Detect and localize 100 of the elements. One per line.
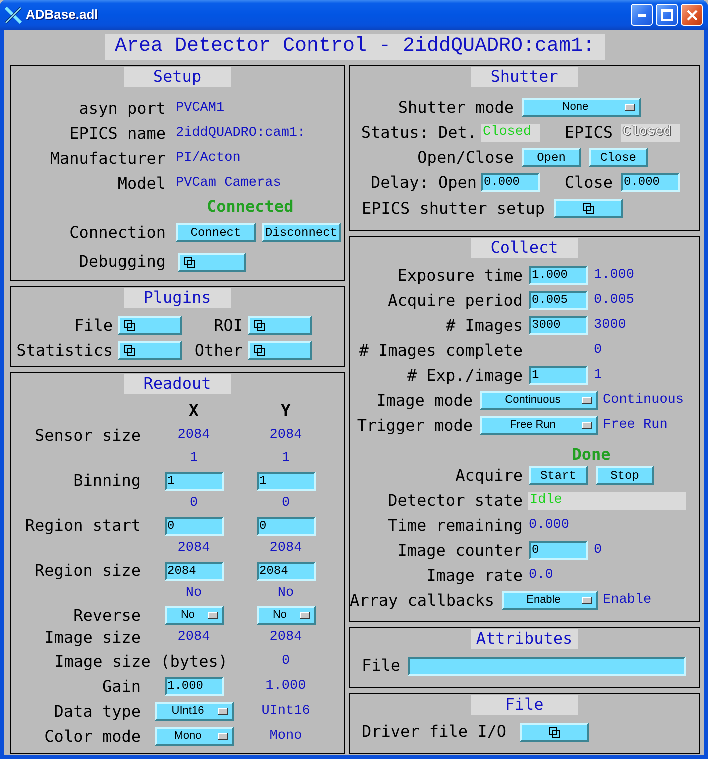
related-display-button[interactable] <box>248 341 312 360</box>
acquire-status: Done <box>572 446 611 464</box>
readback-value: 0 <box>282 496 290 512</box>
field-label: Open/Close <box>418 148 514 166</box>
text-field[interactable]: 1.000 <box>164 677 224 696</box>
menu-indicator-icon <box>208 612 218 619</box>
field-label: Shutter mode <box>398 98 514 116</box>
text-field[interactable]: 1 <box>529 366 588 385</box>
readback-value: PI/Acton <box>176 150 241 166</box>
command-button[interactable]: Stop <box>596 466 654 485</box>
command-button[interactable]: Open <box>522 148 581 167</box>
readback-value: No <box>186 586 202 602</box>
readback-value: 2084 <box>270 428 302 444</box>
window-title: ADBase.adl <box>26 7 98 23</box>
readback-value: Free Run <box>603 418 668 434</box>
maximize-icon <box>661 9 673 21</box>
maximize-button[interactable] <box>656 4 678 26</box>
field-label: Detector state <box>388 492 523 510</box>
readback-value: No <box>278 586 294 602</box>
readback-value: UInt16 <box>262 704 310 720</box>
readback-value: 0 <box>282 654 290 670</box>
command-button[interactable]: Close <box>589 148 648 167</box>
field-label: File <box>74 316 113 334</box>
field-label: EPICS shutter setup <box>362 200 545 218</box>
readback-value: 1.000 <box>594 268 635 284</box>
dropdown-menu[interactable]: Enable <box>502 591 598 610</box>
dropdown-menu[interactable]: Continuous <box>480 391 598 410</box>
readback-value: Continuous <box>603 392 684 408</box>
readback-value: PVCAM1 <box>176 100 225 116</box>
text-field[interactable]: 1.000 <box>529 266 588 285</box>
text-field[interactable]: 0 <box>529 541 588 560</box>
related-display-button[interactable] <box>554 199 623 218</box>
command-button[interactable]: Disconnect <box>262 223 341 242</box>
text-field[interactable]: 0 <box>164 516 224 536</box>
dropdown-menu[interactable]: Free Run <box>480 416 598 435</box>
menu-indicator-icon <box>625 104 635 111</box>
overlapping-squares-icon <box>254 320 265 331</box>
overlapping-squares-icon <box>124 320 135 331</box>
related-display-button[interactable] <box>248 316 312 335</box>
field-label: Exposure time <box>398 266 523 284</box>
readback-value: 2084 <box>270 630 302 646</box>
readback-value: PVCam Cameras <box>176 176 282 192</box>
text-field[interactable]: 2084 <box>164 562 224 580</box>
axis-heading: Y <box>281 402 291 420</box>
command-button[interactable]: Start <box>529 466 588 485</box>
status-indicator: Idle <box>528 492 686 510</box>
field-label: Image mode <box>376 392 473 410</box>
dropdown-menu[interactable]: Mono <box>154 727 234 746</box>
field-label: EPICS <box>564 124 613 142</box>
field-label: Image rate <box>426 566 523 584</box>
menu-indicator-icon <box>582 397 592 404</box>
field-label: Debugging <box>79 253 166 271</box>
field-label: Driver file I/O <box>362 723 506 741</box>
related-display-button[interactable] <box>118 341 182 360</box>
section-heading: Readout <box>124 374 231 394</box>
section-heading: File <box>471 695 578 715</box>
field-label: Statistics <box>16 342 113 360</box>
text-field[interactable]: 3000 <box>529 316 588 335</box>
text-field[interactable]: 1 <box>256 472 316 490</box>
dropdown-menu[interactable]: No <box>164 606 224 625</box>
section-heading: Setup <box>124 67 231 87</box>
readback-value: 2iddQUADRO:cam1: <box>176 126 306 142</box>
dropdown-menu[interactable]: No <box>256 606 316 625</box>
minimize-button[interactable] <box>631 4 653 26</box>
readback-value: 2084 <box>178 630 210 646</box>
field-label: Sensor size <box>35 426 142 444</box>
overlapping-squares-icon <box>184 256 195 268</box>
field-label: Acquire <box>456 466 523 484</box>
dropdown-menu[interactable]: UInt16 <box>154 702 234 721</box>
text-field[interactable]: 2084 <box>256 562 316 580</box>
text-field[interactable] <box>408 656 686 676</box>
command-button[interactable]: Connect <box>176 223 256 242</box>
text-field[interactable]: 0 <box>256 516 316 536</box>
field-label: Color mode <box>44 728 142 746</box>
readback-value: 0 <box>594 542 602 558</box>
dropdown-menu[interactable]: None <box>522 98 641 117</box>
readback-value: 1 <box>594 368 602 384</box>
field-label: Image counter <box>398 542 523 560</box>
display-title: Area Detector Control - 2iddQUADRO:cam1: <box>105 34 605 60</box>
text-field[interactable]: 0.000 <box>481 173 540 192</box>
text-field[interactable]: 1 <box>164 472 224 490</box>
related-display-button[interactable] <box>118 316 182 335</box>
menu-indicator-icon <box>218 708 228 715</box>
close-icon <box>686 10 698 20</box>
text-field[interactable]: 0.005 <box>529 291 588 310</box>
related-display-button[interactable] <box>178 252 246 272</box>
field-label: Region size <box>35 562 142 580</box>
field-label: Manufacturer <box>50 150 166 168</box>
text-field[interactable]: 0.000 <box>621 173 680 192</box>
field-label: Reverse <box>74 606 142 624</box>
related-display-button[interactable] <box>520 722 588 742</box>
field-label: Array callbacks <box>350 592 494 610</box>
readback-value: 2084 <box>178 428 210 444</box>
menu-indicator-icon <box>300 612 310 619</box>
field-label: Image size <box>44 628 142 646</box>
field-label: Region start <box>25 517 142 535</box>
readback-value: 0 <box>190 496 198 512</box>
section-heading: Collect <box>471 238 578 258</box>
close-button[interactable] <box>681 4 703 26</box>
field-label: Time remaining <box>388 516 523 534</box>
